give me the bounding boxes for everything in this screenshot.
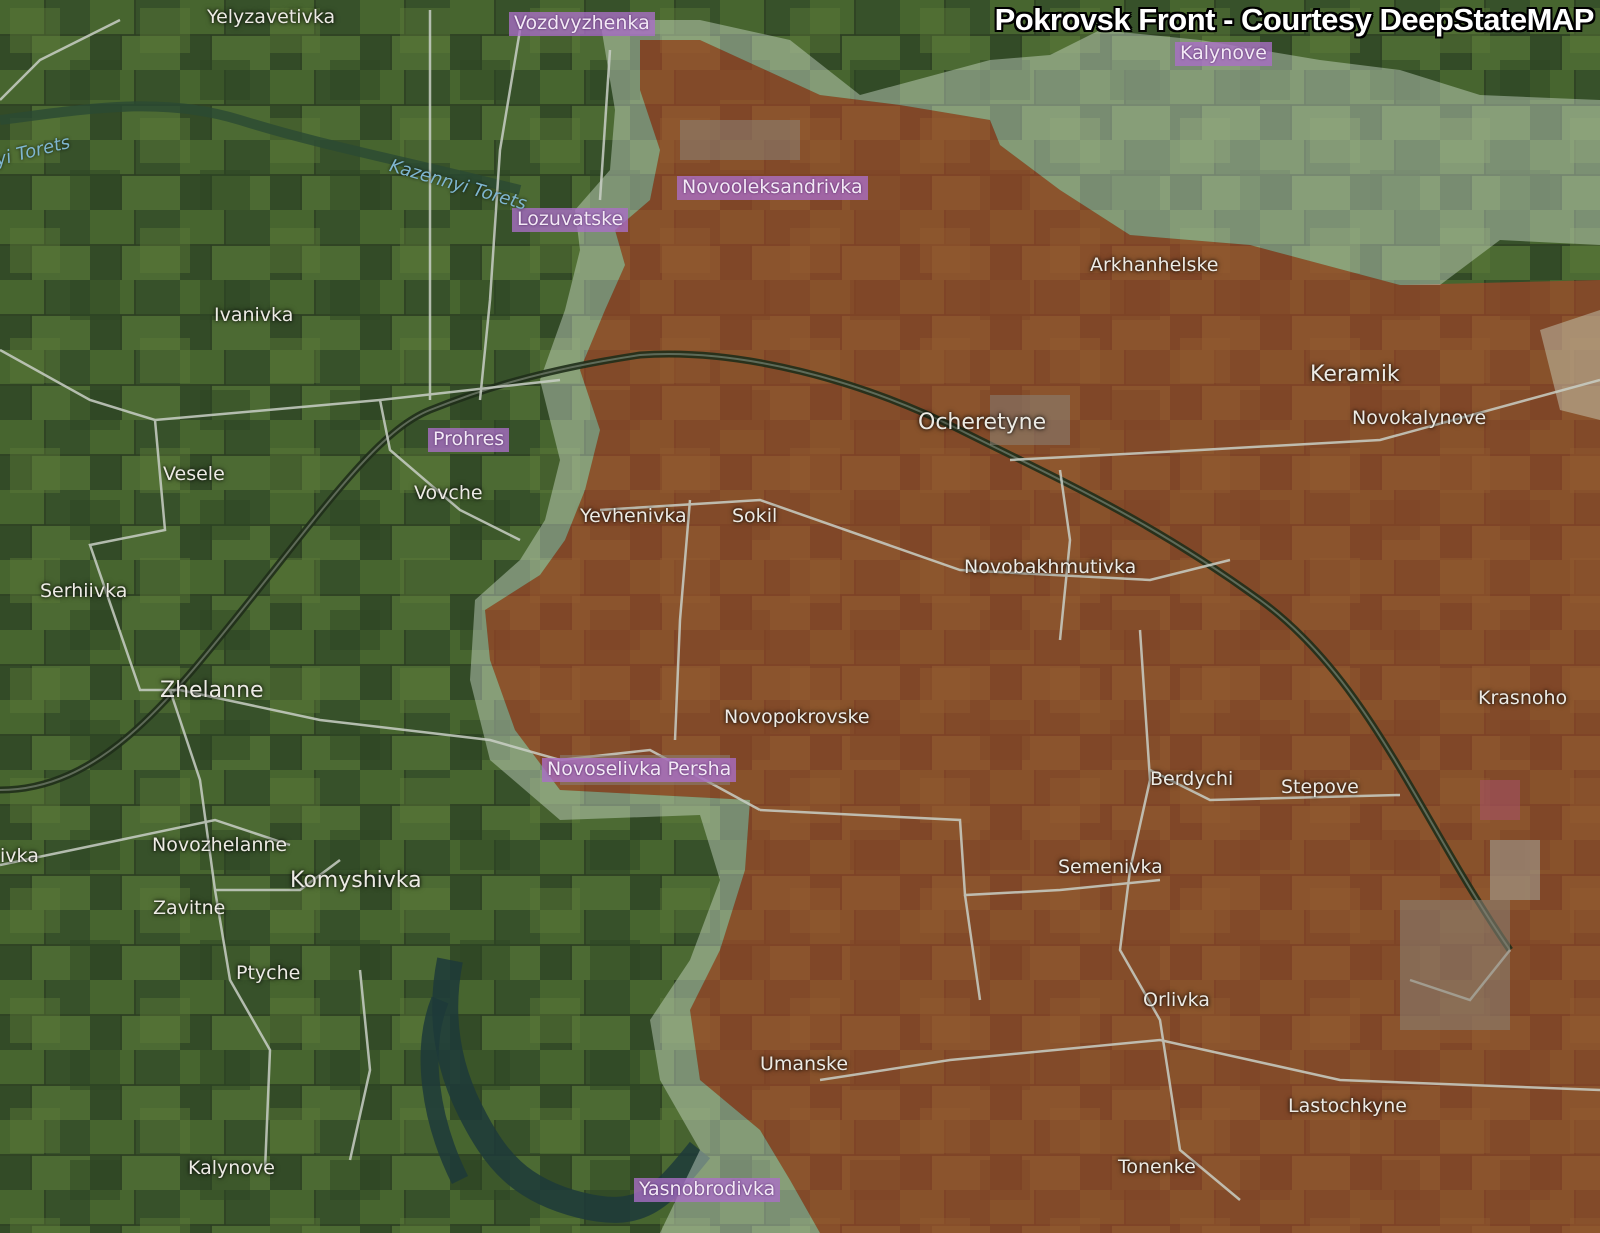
town-label-arkhanhelske[interactable]: Arkhanhelske: [1090, 256, 1218, 275]
town-label-stepove[interactable]: Stepove: [1281, 778, 1359, 797]
town-label-novoselivka-persha[interactable]: Novoselivka Persha: [542, 758, 737, 782]
town-label-vesele[interactable]: Vesele: [163, 465, 225, 484]
town-label-novokalynove[interactable]: Novokalynove: [1352, 409, 1486, 428]
town-label-novobakhmutivka[interactable]: Novobakhmutivka: [964, 558, 1136, 577]
town-label-vovche[interactable]: Vovche: [414, 484, 483, 503]
town-label-prohres[interactable]: Prohres: [428, 428, 510, 452]
town-label-novopokrovske[interactable]: Novopokrovske: [724, 708, 870, 727]
town-label-sokil[interactable]: Sokil: [732, 507, 777, 526]
town-label-ocheretyne[interactable]: Ocheretyne: [918, 412, 1046, 434]
town-label-semenivka[interactable]: Semenivka: [1058, 858, 1163, 877]
map-title: Pokrovsk Front - Courtesy DeepStateMAP: [994, 2, 1595, 37]
town-label-yevhenivka[interactable]: Yevhenivka: [580, 507, 687, 526]
town-label-keramik[interactable]: Keramik: [1310, 364, 1400, 386]
town-label-berdychi[interactable]: Berdychi: [1150, 770, 1233, 789]
town-label-lastochkyne[interactable]: Lastochkyne: [1288, 1097, 1407, 1116]
town-label-ivanivka[interactable]: Ivanivka: [214, 306, 293, 325]
town-label-umanske[interactable]: Umanske: [760, 1055, 848, 1074]
town-label-komyshivka[interactable]: Komyshivka: [290, 870, 422, 892]
town-label-lozuvatske[interactable]: Lozuvatske: [512, 208, 629, 232]
town-label-kalynove-north[interactable]: Kalynove: [1175, 42, 1272, 66]
town-label-novozhelanne[interactable]: Novozhelanne: [152, 836, 287, 855]
town-label-kalynove-south[interactable]: Kalynove: [188, 1159, 275, 1178]
town-label-zhelanne[interactable]: Zhelanne: [160, 680, 264, 702]
town-label-novooleksandrivka[interactable]: Novooleksandrivka: [677, 176, 868, 200]
town-label-ivka-west[interactable]: ivka: [0, 847, 39, 866]
town-label-yasnobrodivka[interactable]: Yasnobrodivka: [634, 1178, 781, 1202]
town-label-ptyche[interactable]: Ptyche: [236, 964, 300, 983]
town-label-vozdvyzhenka[interactable]: Vozdvyzhenka: [509, 12, 655, 36]
town-label-yelyzavetivka[interactable]: Yelyzavetivka: [207, 8, 335, 27]
town-label-krasnohorivka[interactable]: Krasnoho: [1478, 689, 1567, 708]
town-label-orlivka[interactable]: Orlivka: [1143, 991, 1210, 1010]
town-label-tonenke[interactable]: Tonenke: [1118, 1158, 1196, 1177]
town-label-serhiivka[interactable]: Serhiivka: [40, 582, 127, 601]
town-label-zavitne[interactable]: Zavitne: [153, 899, 225, 918]
map-canvas[interactable]: Yelyzavetivka Vozdvyzhenka Kalynove Novoole…: [0, 0, 1600, 1233]
